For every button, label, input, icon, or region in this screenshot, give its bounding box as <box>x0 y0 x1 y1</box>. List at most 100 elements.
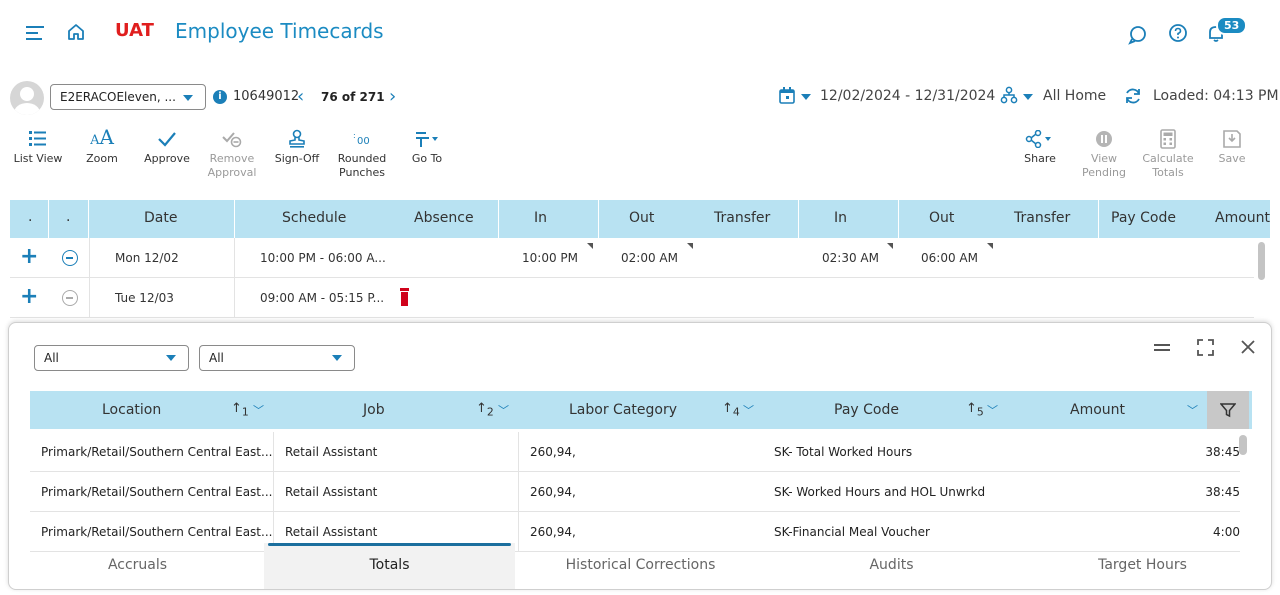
rounded-punches-button[interactable]: :00 Rounded Punches <box>330 126 394 180</box>
cell-pay-code: SK-Financial Meal Voucher <box>774 525 930 539</box>
cell-labor-category: 260,94, <box>530 525 576 539</box>
home-icon[interactable] <box>66 22 86 45</box>
totals-panel: All All Location ↑1 ﹀ Job ↑2 ﹀ Labor Cat… <box>8 322 1272 590</box>
org-icon[interactable] <box>1000 86 1018 107</box>
cell-amount: 38:45 <box>1205 445 1240 459</box>
date-range[interactable]: 12/02/2024 - 12/31/2024 <box>820 88 995 104</box>
notification-badge[interactable]: 53 <box>1216 16 1248 35</box>
table-row[interactable]: Primark/Retail/Southern Central East... … <box>30 432 1240 472</box>
column-header-absence[interactable]: Absence <box>414 210 474 226</box>
row-date: Tue 12/03 <box>115 291 174 305</box>
totals-scrollbar[interactable] <box>1238 433 1248 543</box>
svg-text:00: 00 <box>357 136 370 147</box>
refresh-icon[interactable] <box>1123 86 1143 109</box>
column-header-out-2[interactable]: Out <box>929 210 954 226</box>
row-out[interactable]: 02:00 AM <box>621 251 678 265</box>
row-out-2[interactable]: 06:00 AM <box>921 251 978 265</box>
cell-amount: 38:45 <box>1205 485 1240 499</box>
row-in-2[interactable]: 02:30 AM <box>822 251 879 265</box>
chevron-down-icon[interactable]: ﹀ <box>987 402 998 418</box>
column-header-pay-code[interactable]: Pay Code <box>1111 210 1176 226</box>
save-button[interactable]: Save <box>1200 126 1264 166</box>
column-header-location[interactable]: Location <box>102 402 161 418</box>
svg-text::: : <box>353 131 356 140</box>
chevron-down-icon[interactable]: ﹀ <box>498 402 509 418</box>
cell-amount: 4:00 <box>1213 525 1240 539</box>
panel-tabs: Accruals Totals Historical Corrections A… <box>9 543 1271 589</box>
column-header-amount[interactable]: Amount <box>1070 402 1125 418</box>
view-pending-button[interactable]: View Pending <box>1072 126 1136 180</box>
column-header-transfer-2[interactable]: Transfer <box>1014 210 1070 226</box>
row-in[interactable]: 10:00 PM <box>522 251 578 265</box>
chevron-down-icon <box>332 355 342 361</box>
tab-audits[interactable]: Audits <box>766 543 1017 589</box>
list-view-button[interactable]: List View <box>6 126 70 166</box>
sort-indicator[interactable]: ↑4 <box>722 401 740 419</box>
expand-icon[interactable] <box>1197 339 1214 359</box>
avatar <box>10 81 44 115</box>
location-dropdown-icon[interactable] <box>1023 94 1033 100</box>
column-header-in[interactable]: In <box>534 210 547 226</box>
info-icon[interactable]: i <box>213 90 227 104</box>
filter-select-2[interactable]: All <box>199 345 355 371</box>
table-row[interactable]: Primark/Retail/Southern Central East... … <box>30 472 1240 512</box>
add-row-icon[interactable]: + <box>20 244 38 269</box>
help-icon[interactable] <box>1168 23 1188 46</box>
cell-pay-code: SK- Worked Hours and HOL Unwrkd <box>774 485 986 499</box>
chevron-down-icon[interactable]: ﹀ <box>743 402 754 418</box>
calculate-totals-button[interactable]: Calculate Totals <box>1136 126 1200 180</box>
tab-totals[interactable]: Totals <box>264 543 515 589</box>
employee-select[interactable]: E2ERACOEleven, ... <box>50 84 206 110</box>
column-header-job[interactable]: Job <box>363 402 385 418</box>
chat-icon[interactable] <box>1128 25 1148 48</box>
zoom-button[interactable]: AA Zoom <box>70 126 134 166</box>
add-row-icon[interactable]: + <box>20 284 38 309</box>
column-header-pay-code[interactable]: Pay Code <box>834 402 899 418</box>
cell-labor-category: 260,94, <box>530 445 576 459</box>
cell-pay-code: SK- Total Worked Hours <box>774 445 913 459</box>
row-schedule[interactable]: 10:00 PM - 06:00 A... <box>260 251 386 265</box>
cell-labor-category: 260,94, <box>530 485 576 499</box>
filter-icon <box>1220 403 1236 418</box>
column-header-out[interactable]: Out <box>629 210 654 226</box>
column-header-schedule[interactable]: Schedule <box>282 210 346 226</box>
filter-button[interactable] <box>1207 391 1249 429</box>
column-header-labor-category[interactable]: Labor Category <box>569 402 677 418</box>
column-header-transfer[interactable]: Transfer <box>714 210 770 226</box>
sort-indicator[interactable]: ↑2 <box>476 401 494 419</box>
menu-icon[interactable] <box>26 24 46 45</box>
timecard-scrollbar[interactable] <box>1256 240 1266 320</box>
sign-off-button[interactable]: Sign-Off <box>265 126 329 166</box>
chevron-down-icon[interactable]: ﹀ <box>1187 402 1198 418</box>
employee-name: E2ERACOEleven, ... <box>60 90 176 104</box>
comment-marker-icon <box>687 243 693 249</box>
share-icon <box>1025 130 1051 148</box>
column-header-date[interactable]: Date <box>144 210 177 226</box>
go-to-button[interactable]: Go To <box>395 126 459 166</box>
remove-row-icon[interactable] <box>62 250 78 266</box>
remove-approval-button[interactable]: Remove Approval <box>200 126 264 180</box>
column-header-select: . <box>28 209 33 225</box>
column-header-in-2[interactable]: In <box>834 210 847 226</box>
tab-accruals[interactable]: Accruals <box>12 543 263 589</box>
previous-employee-icon[interactable]: ‹ <box>297 86 304 107</box>
date-dropdown-icon[interactable] <box>801 94 811 100</box>
remove-approval-icon <box>222 132 242 148</box>
tab-target-hours[interactable]: Target Hours <box>1017 543 1268 589</box>
share-button[interactable]: Share <box>1008 126 1072 166</box>
approve-button[interactable]: Approve <box>135 126 199 166</box>
sort-indicator[interactable]: ↑5 <box>966 401 984 419</box>
chevron-down-icon[interactable]: ﹀ <box>253 402 264 418</box>
row-schedule[interactable]: 09:00 AM - 05:15 P... <box>260 291 384 305</box>
tab-historical-corrections[interactable]: Historical Corrections <box>515 543 766 589</box>
sort-indicator[interactable]: ↑1 <box>231 401 249 419</box>
calendar-icon[interactable] <box>779 87 795 108</box>
close-icon[interactable] <box>1240 339 1256 358</box>
filter-select-1[interactable]: All <box>34 345 189 371</box>
location-selector[interactable]: All Home <box>1043 88 1106 104</box>
absence-marker-icon[interactable] <box>400 288 409 306</box>
collapse-icon[interactable] <box>1154 339 1170 358</box>
cell-job: Retail Assistant <box>285 525 378 539</box>
column-header-amount[interactable]: Amount <box>1215 210 1270 226</box>
next-employee-icon[interactable]: › <box>389 86 396 107</box>
